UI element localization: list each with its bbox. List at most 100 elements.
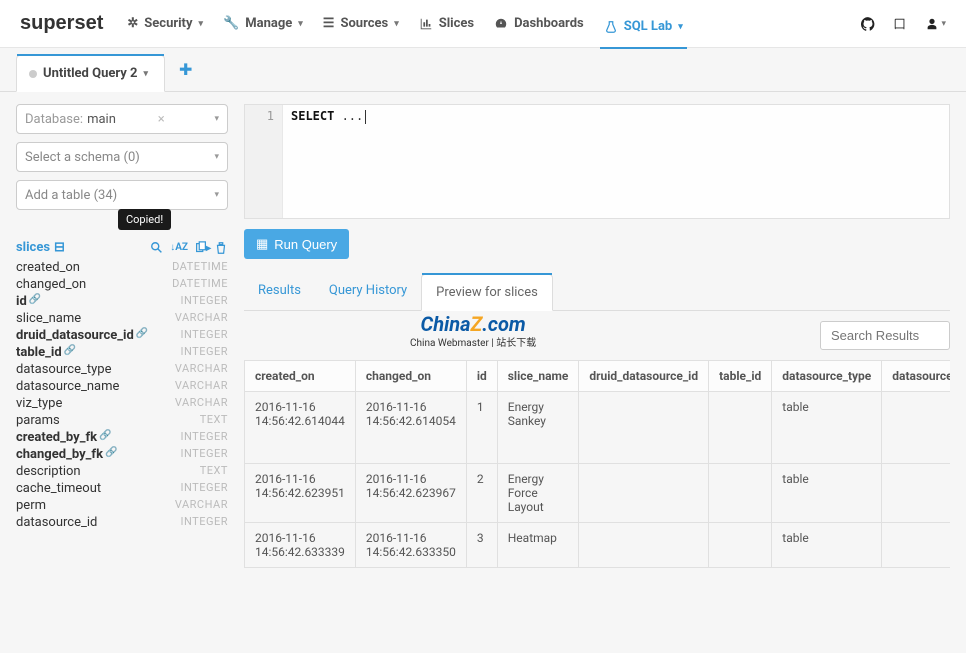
delete-icon[interactable]: [214, 240, 228, 255]
cell-druid_datasource_id: [579, 464, 709, 523]
table-col-druid_datasource_id[interactable]: druid_datasource_id: [579, 361, 709, 392]
column-name: datasource_type: [16, 362, 111, 377]
main-area: Database: main × ▾ Select a schema (0) ▾…: [0, 104, 966, 650]
column-item[interactable]: viz_typeVARCHAR: [16, 395, 228, 412]
chevron-down-icon: ▾: [941, 19, 946, 29]
cell-slice_name: Heatmap: [497, 523, 579, 568]
table-col-created_on[interactable]: created_on: [245, 361, 356, 392]
github-icon[interactable]: [861, 16, 875, 31]
column-item[interactable]: datasource_type VARCHAR: [16, 361, 228, 378]
column-item[interactable]: permVARCHAR: [16, 497, 228, 514]
column-item[interactable]: table_id🔗INTEGER: [16, 344, 228, 361]
nav-security[interactable]: ✲ Security ▾: [123, 10, 207, 37]
copied-tooltip: Copied!: [118, 209, 171, 230]
tab-results[interactable]: Results: [244, 273, 315, 310]
column-item[interactable]: slice_nameVARCHAR: [16, 310, 228, 327]
search-results-input[interactable]: [820, 321, 950, 350]
dashboard-icon: [494, 16, 508, 31]
sort-icon[interactable]: ↓AZ: [170, 242, 188, 253]
db-label: Database:: [25, 112, 83, 127]
clear-icon[interactable]: ×: [158, 112, 165, 127]
nav-sqllab-label: SQL Lab: [624, 19, 673, 34]
sql-keyword: SELECT: [291, 109, 334, 123]
cell-id: 1: [466, 392, 497, 464]
search-icon[interactable]: [150, 240, 164, 255]
workspace: Untitled Query 2 ▾ ✚ Database: main × ▾ …: [0, 48, 966, 653]
column-item[interactable]: created_onDATETIME: [16, 259, 228, 276]
table-col-id[interactable]: id: [466, 361, 497, 392]
column-name: viz_type: [16, 396, 62, 411]
cell-slice_name: EnergySankey: [497, 392, 579, 464]
table-col-datasource_type[interactable]: datasource_type: [772, 361, 882, 392]
query-tab-label: Untitled Query 2: [43, 66, 137, 81]
column-item[interactable]: datasource_idINTEGER: [16, 514, 228, 531]
column-item[interactable]: id🔗INTEGER: [16, 293, 228, 310]
table-row[interactable]: 2016-11-1614:56:42.6140442016-11-1614:56…: [245, 392, 951, 464]
column-item[interactable]: changed_by_fk🔗INTEGER: [16, 446, 228, 463]
tab-preview[interactable]: Preview for slices: [421, 274, 553, 311]
nav-sources[interactable]: ☰ Sources ▾: [319, 10, 403, 37]
nav-dashboards-label: Dashboards: [514, 16, 584, 31]
editor-code[interactable]: SELECT ...: [283, 105, 949, 218]
cell-table_id: [709, 464, 772, 523]
results-table: created_onchanged_onidslice_namedruid_da…: [244, 360, 950, 568]
column-item[interactable]: paramsTEXT: [16, 412, 228, 429]
column-type: INTEGER: [180, 481, 228, 496]
column-type: DATETIME: [172, 277, 228, 292]
tab-query-history[interactable]: Query History: [315, 273, 421, 310]
run-query-button[interactable]: ▦ Run Query: [244, 229, 349, 259]
table-row[interactable]: 2016-11-1614:56:42.6239512016-11-1614:56…: [245, 464, 951, 523]
column-item[interactable]: changed_onDATETIME: [16, 276, 228, 293]
nav-manage[interactable]: 🔧 Manage ▾: [219, 10, 307, 37]
add-tab-button[interactable]: ✚: [165, 50, 206, 89]
key-icon: 🔗: [105, 447, 117, 462]
table-row[interactable]: 2016-11-1614:56:42.6333392016-11-1614:56…: [245, 523, 951, 568]
column-item[interactable]: druid_datasource_id🔗INTEGER: [16, 327, 228, 344]
chevron-down-icon[interactable]: ▾: [214, 152, 219, 162]
results-table-wrap[interactable]: created_onchanged_onidslice_namedruid_da…: [244, 360, 950, 568]
column-item[interactable]: datasource_nameVARCHAR: [16, 378, 228, 395]
column-item[interactable]: descriptionTEXT: [16, 463, 228, 480]
column-name: created_on: [16, 260, 80, 275]
chevron-down-icon[interactable]: ▾: [214, 190, 219, 200]
collapse-icon[interactable]: ⊟: [54, 240, 65, 255]
table-name[interactable]: slices ⊟: [16, 240, 65, 255]
column-type: VARCHAR: [175, 362, 228, 377]
table-header: slices ⊟ ↓AZ ▸: [16, 240, 228, 255]
brand-logo[interactable]: superset: [20, 12, 103, 35]
chevron-down-icon[interactable]: ▾: [143, 69, 148, 79]
nav-sqllab[interactable]: SQL Lab ▾: [600, 10, 687, 49]
column-type: INTEGER: [180, 515, 228, 530]
column-item[interactable]: cache_timeoutINTEGER: [16, 480, 228, 497]
nav-slices-label: Slices: [439, 16, 474, 31]
copy-icon[interactable]: ▸: [194, 240, 208, 255]
column-item[interactable]: created_by_fk🔗INTEGER: [16, 429, 228, 446]
table-col-changed_on[interactable]: changed_on: [355, 361, 466, 392]
cell-datasource_name: [882, 392, 950, 464]
database-select[interactable]: Database: main × ▾: [16, 104, 228, 134]
table-header-row: created_onchanged_onidslice_namedruid_da…: [245, 361, 951, 392]
column-type: INTEGER: [180, 447, 228, 462]
query-tabbar: Untitled Query 2 ▾ ✚: [0, 48, 966, 92]
cell-id: 2: [466, 464, 497, 523]
sql-editor[interactable]: 1 SELECT ...: [244, 104, 950, 219]
docs-icon[interactable]: [893, 16, 907, 31]
nav-slices[interactable]: Slices: [415, 10, 478, 37]
cell-druid_datasource_id: [579, 392, 709, 464]
chevron-down-icon[interactable]: ▾: [214, 114, 219, 124]
user-menu[interactable]: ▾: [925, 17, 946, 31]
table-placeholder: Add a table (34): [25, 188, 117, 203]
column-list: created_onDATETIMEchanged_onDATETIMEid🔗I…: [16, 259, 228, 531]
schema-select[interactable]: Select a schema (0) ▾: [16, 142, 228, 172]
chevron-down-icon: ▾: [394, 19, 399, 29]
table-select[interactable]: Add a table (34) ▾: [16, 180, 228, 210]
table-col-datasource_name[interactable]: datasource_name: [882, 361, 950, 392]
table-col-table_id[interactable]: table_id: [709, 361, 772, 392]
cell-table_id: [709, 392, 772, 464]
nav-dashboards[interactable]: Dashboards: [490, 10, 588, 37]
table-col-slice_name[interactable]: slice_name: [497, 361, 579, 392]
query-tab[interactable]: Untitled Query 2 ▾: [16, 55, 165, 92]
nav-security-label: Security: [144, 16, 192, 31]
column-name: datasource_name: [16, 379, 119, 394]
cell-created_on: 2016-11-1614:56:42.633339: [245, 523, 356, 568]
